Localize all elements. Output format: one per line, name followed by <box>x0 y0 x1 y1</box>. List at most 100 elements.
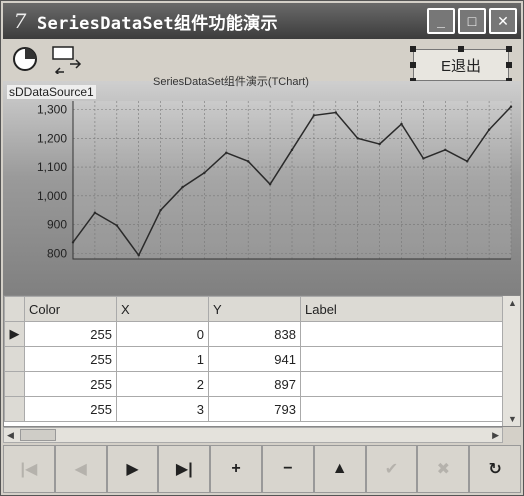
chart-panel: SeriesDataSet组件演示(TChart) sDDataSource1 … <box>3 76 521 295</box>
cell-y[interactable]: 897 <box>208 371 301 397</box>
cell-x[interactable]: 3 <box>116 396 209 422</box>
grid-header-row: Color X Y Label <box>4 296 503 322</box>
row-pointer-icon: ▶ <box>9 326 20 341</box>
row-indicator <box>4 371 25 397</box>
nav-insert-button[interactable]: + <box>210 445 262 493</box>
column-header-color[interactable]: Color <box>24 296 117 322</box>
cell-label[interactable] <box>300 346 503 372</box>
app-icon: 7 <box>13 9 27 33</box>
table-row[interactable]: 255 1 941 <box>4 346 503 372</box>
cell-color[interactable]: 255 <box>24 396 117 422</box>
minimize-button[interactable]: _ <box>427 8 455 34</box>
close-icon: ✕ <box>497 12 509 29</box>
data-point <box>378 142 381 146</box>
horizontal-scrollbar[interactable]: ◀ ▶ <box>3 427 503 443</box>
selection-handle <box>458 46 464 52</box>
data-point <box>312 114 316 117</box>
cell-color[interactable]: 255 <box>24 346 117 372</box>
data-point <box>509 105 513 108</box>
prior-record-icon: ◀ <box>74 461 87 478</box>
data-point <box>225 151 228 154</box>
cell-x[interactable]: 1 <box>116 346 209 372</box>
window-controls: _ □ ✕ <box>427 8 517 34</box>
y-tick-label: 1,100 <box>37 160 67 174</box>
y-tick-label: 900 <box>47 218 67 232</box>
data-point <box>247 160 250 163</box>
scroll-down-icon[interactable]: ▼ <box>508 414 517 424</box>
column-header-label[interactable]: Label <box>300 296 503 322</box>
close-button[interactable]: ✕ <box>489 8 517 34</box>
data-point <box>400 122 403 126</box>
cell-x[interactable]: 0 <box>116 321 209 347</box>
title-bar[interactable]: 7 SeriesDataSet组件功能演示 _ □ ✕ <box>3 3 521 39</box>
cell-x[interactable]: 2 <box>116 371 209 397</box>
data-point <box>137 254 140 257</box>
data-point <box>159 208 162 212</box>
y-tick-label: 1,300 <box>37 103 67 117</box>
table-row[interactable]: 255 2 897 <box>4 371 503 397</box>
column-header-x[interactable]: X <box>116 296 209 322</box>
exit-button[interactable]: E退出 <box>413 49 509 81</box>
nav-delete-button[interactable]: − <box>261 445 314 493</box>
nav-cancel-button[interactable]: ✖ <box>417 445 470 493</box>
cell-color[interactable]: 255 <box>24 321 117 347</box>
data-grid[interactable]: Color X Y Label ▶ 255 0 838 255 1 941 25… <box>3 295 521 427</box>
transfer-arrows-icon <box>52 46 82 74</box>
nav-first-button[interactable]: |◀ <box>3 445 55 493</box>
column-header-y[interactable]: Y <box>208 296 301 322</box>
selection-handle <box>506 46 512 52</box>
minimize-icon: _ <box>437 13 445 29</box>
pie-chart-icon <box>13 47 37 71</box>
data-point <box>203 171 206 175</box>
cell-y[interactable]: 941 <box>208 346 301 372</box>
last-record-icon: ▶| <box>175 461 193 478</box>
cell-label[interactable] <box>300 321 503 347</box>
scroll-up-icon[interactable]: ▲ <box>508 298 517 308</box>
table-row[interactable]: 255 3 793 <box>4 396 503 422</box>
cell-label[interactable] <box>300 371 503 397</box>
data-point <box>268 183 272 186</box>
cell-color[interactable]: 255 <box>24 371 117 397</box>
table-row[interactable]: ▶ 255 0 838 <box>4 321 503 347</box>
nav-prior-button[interactable]: ◀ <box>54 445 107 493</box>
edit-record-icon: ▲ <box>331 460 348 477</box>
nav-edit-button[interactable]: ▲ <box>313 445 366 493</box>
delete-record-icon: − <box>283 460 293 477</box>
scroll-left-icon[interactable]: ◀ <box>7 430 14 441</box>
next-record-icon: ▶ <box>126 461 139 478</box>
scroll-right-icon[interactable]: ▶ <box>492 430 499 441</box>
data-point <box>422 157 425 160</box>
nav-next-button[interactable]: ▶ <box>106 445 159 493</box>
cell-y[interactable]: 838 <box>208 321 301 347</box>
y-tick-label: 800 <box>47 246 67 260</box>
db-navigator: |◀ ◀ ▶ ▶| + − ▲ ✔ ✖ ↻ <box>3 445 521 493</box>
datasource-component-icon[interactable] <box>49 41 85 77</box>
cell-y[interactable]: 793 <box>208 396 301 422</box>
window-title: SeriesDataSet组件功能演示 <box>37 13 278 34</box>
plot-area <box>73 101 511 259</box>
current-row-indicator: ▶ <box>4 321 25 347</box>
insert-record-icon: + <box>231 460 241 477</box>
vertical-scrollbar[interactable]: ▲ ▼ <box>502 296 520 426</box>
maximize-button[interactable]: □ <box>458 8 486 34</box>
data-point <box>71 241 75 244</box>
row-indicator <box>4 396 25 422</box>
data-point <box>181 185 184 189</box>
cancel-edit-icon: ✖ <box>436 461 450 478</box>
nav-last-button[interactable]: ▶| <box>158 445 211 493</box>
scroll-thumb[interactable] <box>20 429 56 441</box>
first-record-icon: |◀ <box>20 461 38 478</box>
maximize-icon: □ <box>467 13 477 29</box>
nav-refresh-button[interactable]: ↻ <box>469 445 521 493</box>
data-point <box>115 224 119 227</box>
main-window: 7 SeriesDataSet组件功能演示 _ □ ✕ E退出 SeriesDa… <box>0 0 524 496</box>
data-point <box>290 148 294 152</box>
data-point <box>466 160 469 163</box>
nav-post-button[interactable]: ✔ <box>365 445 418 493</box>
y-tick-label: 1,000 <box>37 189 67 203</box>
chart-component-icon[interactable] <box>7 41 43 77</box>
refresh-icon: ↻ <box>488 461 502 478</box>
selection-handle <box>506 62 512 68</box>
data-point <box>444 148 447 152</box>
cell-label[interactable] <box>300 396 503 422</box>
